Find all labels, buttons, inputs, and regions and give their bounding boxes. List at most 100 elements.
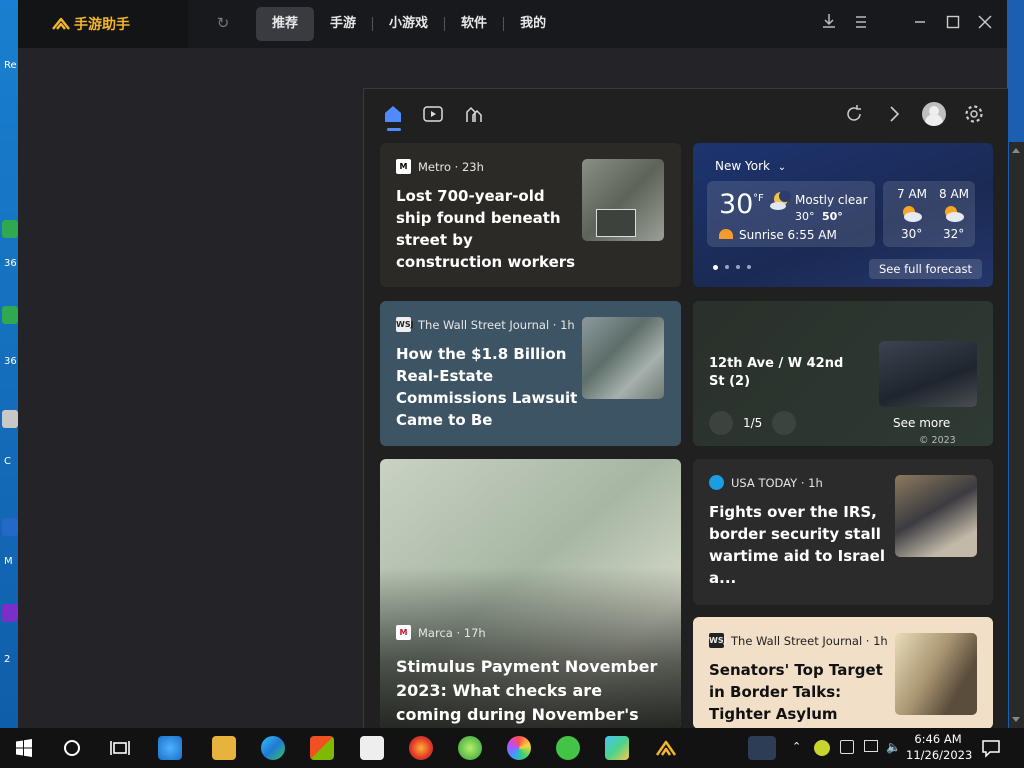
edge-icon[interactable] xyxy=(261,736,285,760)
store-icon[interactable] xyxy=(310,736,334,760)
traffic-location: 12th Ave / W 42nd St (2) xyxy=(709,356,844,389)
partly-cloudy-icon xyxy=(945,206,964,222)
firefox-icon[interactable] xyxy=(409,736,433,760)
close-icon[interactable] xyxy=(974,12,996,36)
moon-cloud-icon xyxy=(770,191,791,210)
scroll-down-icon[interactable] xyxy=(1012,717,1020,722)
pager-dot[interactable] xyxy=(736,265,740,269)
see-more-link[interactable]: See more xyxy=(893,416,950,430)
next-button[interactable] xyxy=(772,411,797,435)
metro-logo-icon: M xyxy=(396,159,411,174)
search-icon[interactable] xyxy=(60,736,84,760)
file-explorer-icon[interactable] xyxy=(212,736,236,760)
weather-location[interactable]: New York ⌄ xyxy=(715,159,786,173)
weather-pager-dots xyxy=(713,265,751,270)
weather-location-text: New York xyxy=(715,159,770,173)
card-thumbnail xyxy=(582,317,664,399)
sunrise-icon xyxy=(719,229,733,239)
previous-button[interactable] xyxy=(709,411,733,435)
hour-time-1: 7 AM xyxy=(897,187,928,201)
360-browser-icon[interactable] xyxy=(458,736,482,760)
weather-card[interactable]: New York ⌄ 30 °F Mostly clear 30° 50° Su… xyxy=(693,143,993,287)
desktop-icon-5[interactable] xyxy=(2,604,18,622)
avatar[interactable] xyxy=(922,102,946,126)
weather-hourly: 7 AM 30° 8 AM 32° xyxy=(883,181,975,247)
usatoday-logo-icon xyxy=(709,475,724,490)
tab-recommend[interactable]: 推荐 xyxy=(256,7,315,41)
taskbar: ⌃ 🔈 6:46 AM 11/26/2023 xyxy=(0,728,1024,768)
card-headline: Lost 700-year-old ship found beneath str… xyxy=(396,187,576,271)
internet-explorer-icon[interactable] xyxy=(158,736,182,760)
desktop-label-5: M xyxy=(4,556,13,567)
pager-dot[interactable] xyxy=(725,265,729,269)
see-full-forecast-button[interactable]: See full forecast xyxy=(869,259,982,279)
mail-icon[interactable] xyxy=(360,736,384,760)
scrollbar[interactable] xyxy=(1009,142,1024,728)
tab-mini-games[interactable]: 小游戏 xyxy=(373,7,444,41)
tray-360-icon[interactable] xyxy=(814,740,830,756)
taskbar-clock[interactable]: 6:46 AM 11/26/2023 xyxy=(906,731,973,763)
download-icon[interactable] xyxy=(818,12,840,36)
tray-volume-icon[interactable]: 🔈 xyxy=(886,740,901,754)
marca-logo-icon: M xyxy=(396,625,411,640)
refresh-icon[interactable]: ↻ xyxy=(214,14,232,32)
wsj-logo-icon: WSJ xyxy=(396,317,414,332)
news-card-usatoday[interactable]: USA TODAY · 1h Fights over the IRS, bord… xyxy=(693,459,993,605)
news-card-marca[interactable]: M Marca · 17h Stimulus Payment November … xyxy=(380,459,681,729)
widgets-header xyxy=(364,89,1009,141)
news-card-wsj-1[interactable]: WSJ The Wall Street Journal · 1h How the… xyxy=(380,301,681,446)
desktop-label-6: 2 xyxy=(4,654,11,665)
tab-mine[interactable]: 我的 xyxy=(504,7,562,41)
card-source: WSJ The Wall Street Journal · 1h xyxy=(396,317,575,332)
source-text: The Wall Street Journal · 1h xyxy=(418,317,575,332)
app-logo[interactable]: 手游助手 xyxy=(52,14,130,34)
desktop-strip: Re 36 36 C M 2 xyxy=(0,0,20,728)
weather-taskbar-icon[interactable] xyxy=(748,736,776,760)
notification-icon[interactable] xyxy=(980,736,1002,760)
news-card-wsj-2[interactable]: WSJ The Wall Street Journal · 1h Senator… xyxy=(693,617,993,729)
menu-icon[interactable] xyxy=(850,12,872,36)
card-thumbnail xyxy=(895,475,977,557)
app-grid-icon[interactable] xyxy=(605,736,629,760)
weather-current: 30 °F Mostly clear 30° 50° Sunrise 6:55 … xyxy=(707,181,875,247)
clock-date: 11/26/2023 xyxy=(906,748,973,762)
tray-device-icon[interactable] xyxy=(840,740,854,754)
game-assistant-icon[interactable] xyxy=(654,736,678,760)
gear-icon[interactable] xyxy=(963,103,985,125)
news-card-metro[interactable]: M Metro · 23h Lost 700-year-old ship fou… xyxy=(380,143,681,287)
tab-software[interactable]: 软件 xyxy=(445,7,503,41)
weather-high: 50° xyxy=(822,210,843,223)
chevron-right-icon[interactable] xyxy=(883,103,905,125)
card-thumbnail xyxy=(582,159,664,241)
card-headline: Senators' Top Target in Border Talks: Ti… xyxy=(709,661,883,729)
refresh-feed-icon[interactable] xyxy=(843,103,865,125)
tray-chevron-up-icon[interactable]: ⌃ xyxy=(792,740,801,753)
pager-dot[interactable] xyxy=(747,265,751,269)
pager-dot[interactable] xyxy=(713,265,718,270)
clock-time: 6:46 AM xyxy=(914,732,962,746)
tray-network-icon[interactable] xyxy=(864,740,878,752)
color-app-icon[interactable] xyxy=(507,736,531,760)
desktop-icon-2[interactable] xyxy=(2,306,18,324)
desktop-icon-4[interactable] xyxy=(2,518,18,536)
windows-start-icon[interactable] xyxy=(12,736,36,760)
source-text: Marca · 17h xyxy=(418,625,486,640)
task-view-icon[interactable] xyxy=(108,736,132,760)
desktop-icon-3[interactable] xyxy=(2,410,18,428)
card-source: USA TODAY · 1h xyxy=(709,475,823,490)
minimize-icon[interactable] xyxy=(909,12,931,36)
card-headline: Fights over the IRS, border security sta… xyxy=(709,503,885,587)
traffic-pager-text: 1/5 xyxy=(743,416,763,430)
video-icon[interactable] xyxy=(422,103,444,125)
home-icon[interactable] xyxy=(382,103,404,125)
traffic-camera-thumbnail xyxy=(879,341,977,407)
desktop-icon-1[interactable] xyxy=(2,220,18,238)
desktop-label-4: C xyxy=(4,456,11,467)
tab-mobile-games[interactable]: 手游 xyxy=(314,7,372,41)
maximize-icon[interactable] xyxy=(942,12,964,36)
traffic-card[interactable]: 12th Ave / W 42nd St (2) 1/5 See more © … xyxy=(693,301,993,446)
scroll-up-icon[interactable] xyxy=(1012,148,1020,153)
weather-low: 30° xyxy=(795,210,815,223)
360-safe-icon[interactable] xyxy=(556,736,580,760)
games-icon[interactable] xyxy=(463,103,485,125)
